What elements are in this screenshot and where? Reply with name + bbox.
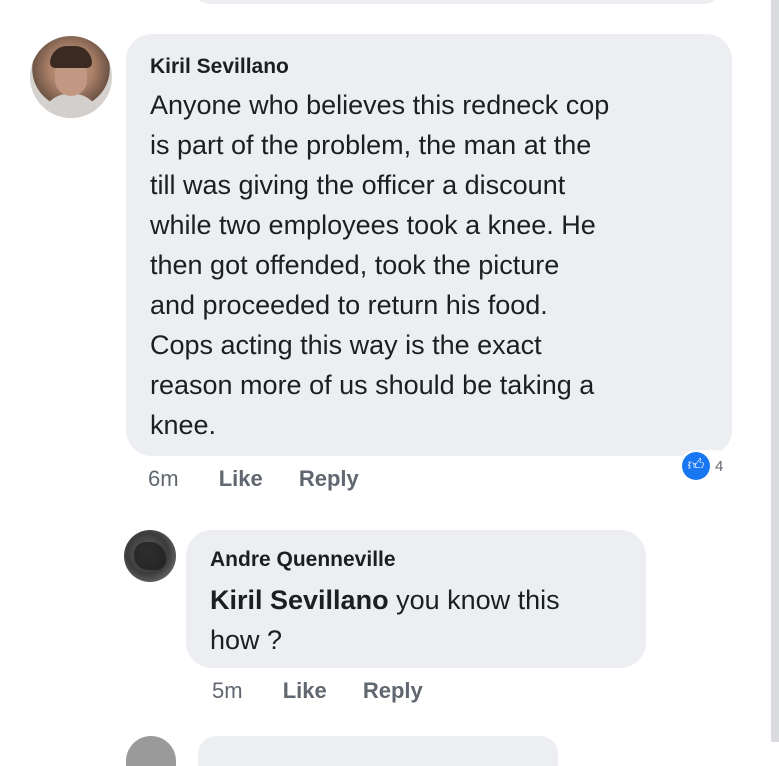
like-button[interactable]: Like xyxy=(219,466,263,492)
reply-line: how ? xyxy=(210,625,283,655)
reaction-count: 4 xyxy=(715,457,724,475)
scroll-edge xyxy=(771,0,779,742)
reaction-summary[interactable]: 👍︎ 4 xyxy=(680,450,730,482)
comment-text: Anyone who believes this redneck cop is … xyxy=(150,85,720,445)
thumbs-up-icon: 👍︎ xyxy=(682,452,710,480)
comment-line: then got offended, took the picture xyxy=(150,250,560,280)
comment-line: till was giving the officer a discount xyxy=(150,170,566,200)
avatar[interactable] xyxy=(30,36,112,118)
reply-author-name[interactable]: Andre Quenneville xyxy=(210,548,396,572)
comment-timestamp[interactable]: 6m xyxy=(148,466,179,492)
reply-button[interactable]: Reply xyxy=(299,466,359,492)
comment-actions: 6m Like Reply xyxy=(148,466,389,492)
reply-button[interactable]: Reply xyxy=(363,678,423,704)
comment-line: Anyone who believes this redneck cop xyxy=(150,90,610,120)
next-comment-bubble xyxy=(198,736,558,766)
comment-line: Cops acting this way is the exact xyxy=(150,330,542,360)
reply-text: Kiril Sevillano you know this how ? xyxy=(210,580,630,660)
reply-timestamp[interactable]: 5m xyxy=(212,678,243,704)
avatar[interactable] xyxy=(124,530,176,582)
reply-actions: 5m Like Reply xyxy=(212,678,453,704)
comment-line: reason more of us should be taking a xyxy=(150,370,595,400)
like-button[interactable]: Like xyxy=(283,678,327,704)
comment-line: while two employees took a knee. He xyxy=(150,210,596,240)
previous-comment-bubble xyxy=(192,0,722,4)
comment-line: and proceeded to return his food. xyxy=(150,290,548,320)
reply-text-rest: you know this xyxy=(388,585,560,615)
comment-line: knee. xyxy=(150,410,217,440)
comment-line: is part of the problem, the man at the xyxy=(150,130,592,160)
comment-author-name[interactable]: Kiril Sevillano xyxy=(150,55,289,79)
avatar xyxy=(126,736,176,766)
reply-line: Kiril Sevillano you know this xyxy=(210,580,630,620)
mention-link[interactable]: Kiril Sevillano xyxy=(210,585,389,615)
